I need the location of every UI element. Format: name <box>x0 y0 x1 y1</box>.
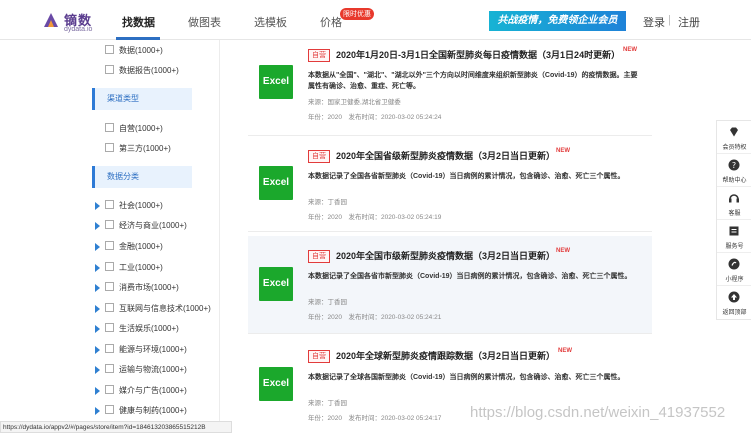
watermark: https://blog.csdn.net/weixin_41937552 <box>470 404 726 421</box>
dataset-description: 本数据记录了全球各国新型肺炎（Covid-19）当日病例的累计情况，包含确诊、治… <box>308 374 625 381</box>
expand-arrow-icon[interactable] <box>95 284 100 292</box>
checkbox[interactable] <box>105 385 114 394</box>
tab-make-chart[interactable]: 做图表 <box>188 14 221 30</box>
mini-program-icon <box>728 258 740 270</box>
excel-icon: Excel <box>259 367 293 401</box>
dataset-title[interactable]: 2020年全国省级新型肺炎疫情数据（3月2日当日更新） <box>336 149 555 162</box>
dataset-meta: 年份：2020 发布时间：2020-03-02 05:24:17 <box>308 415 442 422</box>
dataset-description: 本数据从"全国"、"湖北"、"湖北以外"三个方向以时间维度来组织新型肺炎（Cov… <box>308 72 638 90</box>
new-badge: NEW <box>623 47 637 53</box>
separator: | <box>668 14 671 26</box>
dataset-meta: 年份：2020 发布时间：2020-03-02 05:24:21 <box>308 314 442 321</box>
help-icon: ? <box>728 159 740 171</box>
login-link[interactable]: 登录 <box>643 14 665 30</box>
channel-type-heading: 渠道类型 <box>92 88 192 110</box>
dataset-card[interactable]: Excel 自营 2020年全国市级新型肺炎疫情数据（3月2日当日更新） NEW… <box>248 236 652 334</box>
checkbox[interactable] <box>105 344 114 353</box>
expand-arrow-icon[interactable] <box>95 305 100 313</box>
expand-arrow-icon[interactable] <box>95 346 100 354</box>
tag-badge: 自营 <box>308 150 330 163</box>
arrow-up-icon <box>728 291 740 303</box>
dataset-source: 来源：丁香园 <box>308 199 347 206</box>
dataset-source: 来源：丁香园 <box>308 400 347 407</box>
tab-find-data[interactable]: 找数据 <box>122 14 155 30</box>
register-link[interactable]: 注册 <box>678 14 700 30</box>
logo[interactable]: 镝数 dydata.io <box>42 10 102 34</box>
dataset-title[interactable]: 2020年1月20日-3月1日全国新型肺炎每日疫情数据（3月1日24时更新） <box>336 48 620 61</box>
checkbox[interactable] <box>105 303 114 312</box>
svg-text:?: ? <box>732 161 736 170</box>
expand-arrow-icon[interactable] <box>95 366 100 374</box>
checkbox[interactable] <box>105 45 114 54</box>
data-category-heading: 数据分类 <box>92 166 192 188</box>
dataset-source: 来源：丁香园 <box>308 299 347 306</box>
headset-icon <box>729 194 739 203</box>
checkbox[interactable] <box>105 405 114 414</box>
filter-sidebar: 数据(1000+) 数据报告(1000+) 渠道类型 自营(1000+) 第三方… <box>0 40 220 433</box>
expand-arrow-icon[interactable] <box>95 387 100 395</box>
checkbox[interactable] <box>105 65 114 74</box>
dataset-meta: 年份：2020 发布时间：2020-03-02 05:24:24 <box>308 114 442 121</box>
page: 镝数 dydata.io 找数据 做图表 选模板 价格 限时优惠 共战疫情，免费… <box>0 0 751 433</box>
excel-icon: Excel <box>259 267 293 301</box>
dataset-card[interactable]: Excel 自营 2020年全国省级新型肺炎疫情数据（3月2日当日更新） NEW… <box>248 136 652 232</box>
expand-arrow-icon[interactable] <box>95 264 100 272</box>
dataset-meta: 年份：2020 发布时间：2020-03-02 05:24:19 <box>308 214 442 221</box>
dataset-title[interactable]: 2020年全国市级新型肺炎疫情数据（3月2日当日更新） <box>336 249 555 262</box>
checkbox[interactable] <box>105 123 114 132</box>
member-privileges-button[interactable]: 会员特权 <box>717 121 751 154</box>
expand-arrow-icon[interactable] <box>95 202 100 210</box>
checkbox[interactable] <box>105 323 114 332</box>
new-badge: NEW <box>558 348 572 354</box>
tab-pricing[interactable]: 价格 <box>320 14 342 30</box>
new-badge: NEW <box>556 248 570 254</box>
dataset-card[interactable]: Excel 自营 2020年1月20日-3月1日全国新型肺炎每日疫情数据（3月1… <box>248 40 652 136</box>
new-badge: NEW <box>556 148 570 154</box>
mini-program-button[interactable]: 小程序 <box>717 253 751 286</box>
expand-arrow-icon[interactable] <box>95 407 100 415</box>
dataset-description: 本数据记录了全国各省新型肺炎（Covid-19）当日病例的累计情况，包含确诊、治… <box>308 173 625 180</box>
help-center-button[interactable]: ? 帮助中心 <box>717 154 751 187</box>
customer-service-button[interactable]: 客服 <box>717 187 751 220</box>
expand-arrow-icon[interactable] <box>95 222 100 230</box>
diamond-icon <box>730 127 738 137</box>
checkbox[interactable] <box>105 364 114 373</box>
excel-icon: Excel <box>259 65 293 99</box>
checkbox[interactable] <box>105 241 114 250</box>
expand-arrow-icon[interactable] <box>95 325 100 333</box>
tag-badge: 自营 <box>308 250 330 263</box>
dataset-source: 来源：国家卫健委,湖北省卫健委 <box>308 99 401 106</box>
promo-banner[interactable]: 共战疫情，免费领企业会员 <box>489 11 626 31</box>
tab-templates[interactable]: 选模板 <box>254 14 287 30</box>
checkbox[interactable] <box>105 282 114 291</box>
excel-icon: Excel <box>259 166 293 200</box>
logo-icon <box>44 13 58 27</box>
status-bar-url: https://dydata.io/appv2/#/pages/store/it… <box>0 421 232 433</box>
tag-badge: 自营 <box>308 49 330 62</box>
top-navbar: 镝数 dydata.io 找数据 做图表 选模板 价格 限时优惠 共战疫情，免费… <box>0 0 751 40</box>
right-float-toolbar: 会员特权 ? 帮助中心 客服 服务号 小程序 返回顶部 <box>716 120 751 320</box>
dataset-title[interactable]: 2020年全球新型肺炎疫情跟踪数据（3月2日当日更新） <box>336 349 555 362</box>
logo-subtitle: dydata.io <box>64 26 93 33</box>
pricing-discount-badge: 限时优惠 <box>340 8 374 20</box>
checkbox[interactable] <box>105 220 114 229</box>
service-account-icon <box>729 226 739 236</box>
tag-badge: 自营 <box>308 350 330 363</box>
service-account-button[interactable]: 服务号 <box>717 220 751 253</box>
dataset-description: 本数据记录了全国各省市新型肺炎（Covid-19）当日病例的累计情况，包含确诊、… <box>308 273 632 280</box>
checkbox[interactable] <box>105 200 114 209</box>
dataset-list: Excel 自营 2020年1月20日-3月1日全国新型肺炎每日疫情数据（3月1… <box>248 40 652 433</box>
back-to-top-button[interactable]: 返回顶部 <box>717 286 751 319</box>
checkbox[interactable] <box>105 262 114 271</box>
checkbox[interactable] <box>105 143 114 152</box>
expand-arrow-icon[interactable] <box>95 243 100 251</box>
